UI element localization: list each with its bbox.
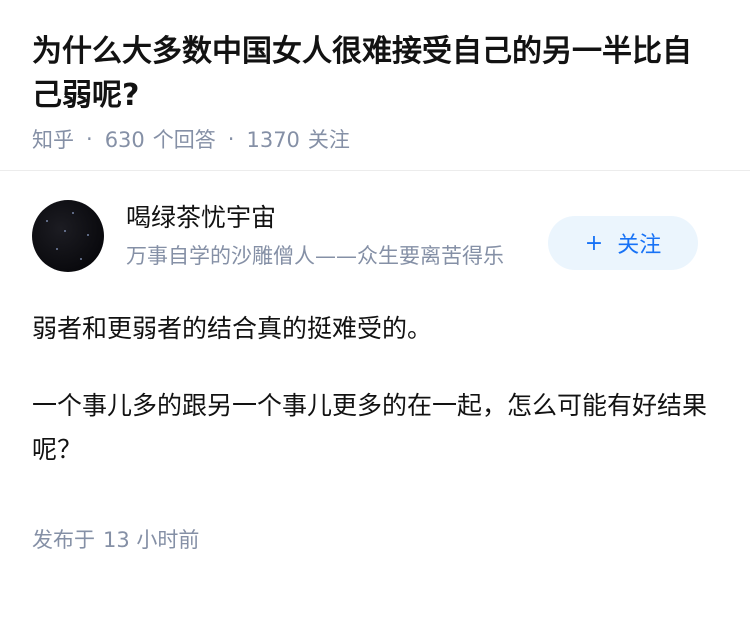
answer-paragraph: 一个事儿多的跟另一个事儿更多的在一起，怎么可能有好结果呢？ (32, 391, 708, 464)
follow-button[interactable]: + 关注 (548, 216, 698, 270)
published-time: 13 小时前 (103, 528, 200, 552)
author-name[interactable]: 喝绿茶忧宇宙 (126, 201, 536, 235)
followers-count: 1370 (246, 128, 300, 152)
published-label: 发布于 (32, 528, 95, 552)
author-row: 喝绿茶忧宇宙 万事自学的沙雕僧人——众生要离苦得乐 + 关注 (32, 171, 718, 301)
source-label[interactable]: 知乎 (32, 124, 74, 154)
meta-separator: · (227, 127, 235, 151)
question-title[interactable]: 为什么大多数中国女人很难接受自己的另一半比自己弱呢? (32, 30, 718, 118)
answer-paragraph: 弱者和更弱者的结合真的挺难受的。 (32, 314, 433, 343)
publish-info: 发布于 13 小时前 (32, 524, 718, 554)
author-bio: 万事自学的沙雕僧人——众生要离苦得乐 (126, 244, 504, 268)
question-meta: 知乎 · 630 个回答 · 1370 关注 (32, 124, 718, 154)
meta-separator: · (86, 127, 93, 151)
answers-label: 个回答 (152, 128, 216, 152)
avatar[interactable] (32, 200, 104, 272)
answer-content: 弱者和更弱者的结合真的挺难受的。 一个事儿多的跟另一个事儿更多的在一起，怎么可能… (32, 307, 718, 472)
followers-stat[interactable]: 1370 关注 (246, 124, 349, 154)
answers-count: 630 (104, 128, 145, 152)
author-info: 喝绿茶忧宇宙 万事自学的沙雕僧人——众生要离苦得乐 (126, 201, 536, 271)
followers-label: 关注 (307, 128, 350, 152)
answers-stat[interactable]: 630 个回答 (105, 124, 216, 154)
plus-icon: + (584, 230, 604, 256)
answer-card: 喝绿茶忧宇宙 万事自学的沙雕僧人——众生要离苦得乐 + 关注 弱者和更弱者的结合… (0, 171, 750, 554)
question-header: 为什么大多数中国女人很难接受自己的另一半比自己弱呢? 知乎 · 630 个回答 ·… (0, 0, 750, 171)
follow-label: 关注 (617, 233, 662, 258)
